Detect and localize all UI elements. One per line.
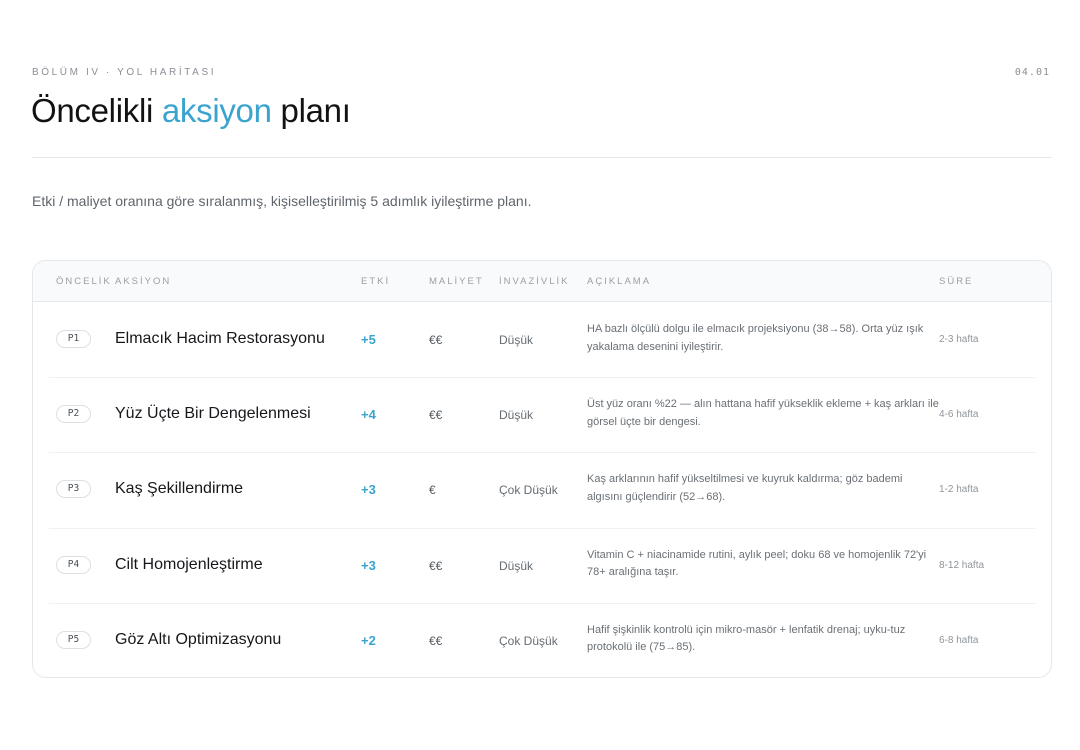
priority-badge: P3: [56, 480, 91, 499]
invasiveness-level: Düşük: [499, 558, 534, 573]
table-row: P3 Kaş Şekillendirme +3 € Çok Düşük Kaş …: [33, 452, 1051, 527]
invasiveness-level: Düşük: [499, 333, 534, 347]
priority-badge: P5: [56, 630, 91, 649]
header-divider: [32, 157, 1052, 158]
priority-badge: P1: [56, 330, 91, 348]
section-eyebrow: BÖLÜM IV · YOL HARİTASI: [32, 67, 217, 78]
cost-level: €€: [429, 408, 443, 423]
action-name: Göz Altı Optimizasyonu: [115, 630, 282, 648]
column-header-priority: ÖNCELİK: [56, 276, 112, 287]
title-accent: aksiyon: [161, 92, 272, 129]
column-header-description: AÇIKLAMA: [587, 276, 652, 287]
invasiveness-level: Çok Düşük: [499, 483, 558, 498]
table-header: ÖNCELİK AKSİYON ETKİ MALİYET İNVAZİVLİK …: [33, 261, 1051, 302]
column-header-invasiveness: İNVAZİVLİK: [499, 276, 570, 287]
action-plan-table: ÖNCELİK AKSİYON ETKİ MALİYET İNVAZİVLİK …: [32, 260, 1052, 678]
action-name: Elmacık Hacim Restorasyonu: [115, 330, 325, 347]
cost-level: €: [429, 483, 436, 498]
impact-score: +5: [361, 332, 376, 347]
title-part-1: Öncelikli: [31, 92, 162, 129]
impact-score: +2: [361, 632, 376, 648]
cost-level: €€: [429, 633, 443, 648]
action-description: HA bazlı ölçülü dolgu ile elmacık projek…: [587, 323, 924, 353]
priority-badge: P2: [56, 405, 91, 424]
priority-badge: P4: [56, 555, 91, 574]
invasiveness-level: Düşük: [499, 408, 534, 423]
action-name: Yüz Üçte Bir Dengelenmesi: [115, 405, 311, 423]
column-header-cost: MALİYET: [429, 276, 484, 287]
page-title: Öncelikli aksiyon planı: [31, 92, 351, 130]
duration: 4-6 hafta: [939, 409, 979, 421]
action-description: Üst yüz oranı %22 — alın hattana hafif y…: [587, 398, 939, 428]
action-name: Kaş Şekillendirme: [115, 480, 244, 498]
table-row: P4 Cilt Homojenleştirme +3 €€ Düşük Vita…: [33, 527, 1051, 603]
impact-score: +3: [361, 482, 376, 498]
page-subtitle: Etki / maliyet oranına göre sıralanmış, …: [32, 193, 532, 209]
column-header-impact: ETKİ: [361, 276, 391, 287]
table-row: P5 Göz Altı Optimizasyonu +2 €€ Çok Düşü…: [33, 602, 1051, 677]
impact-score: +4: [361, 407, 376, 423]
table-row: P2 Yüz Üçte Bir Dengelenmesi +4 €€ Düşük…: [33, 377, 1051, 452]
column-header-duration: SÜRE: [939, 276, 974, 287]
cost-level: €€: [429, 558, 443, 573]
title-part-2: planı: [271, 92, 351, 129]
action-description: Hafif şişkinlik kontrolü için mikro-masö…: [587, 623, 906, 654]
cost-level: €€: [429, 333, 443, 347]
page-number: 04.01: [1014, 67, 1050, 78]
action-description: Vitamin C + niacinamide rutini, aylık pe…: [587, 548, 927, 579]
duration: 2-3 hafta: [939, 334, 979, 345]
column-header-action: AKSİYON: [115, 276, 172, 287]
duration: 1-2 hafta: [939, 484, 979, 496]
invasiveness-level: Çok Düşük: [499, 633, 558, 648]
action-name: Cilt Homojenleştirme: [115, 555, 263, 573]
duration: 8-12 hafta: [939, 559, 985, 571]
table-row: P1 Elmacık Hacim Restorasyonu +5 €€ Düşü…: [33, 302, 1051, 377]
duration: 6-8 hafta: [939, 634, 979, 646]
action-description: Kaş arklarının hafif yükseltilmesi ve ku…: [587, 473, 903, 503]
impact-score: +3: [361, 557, 376, 573]
